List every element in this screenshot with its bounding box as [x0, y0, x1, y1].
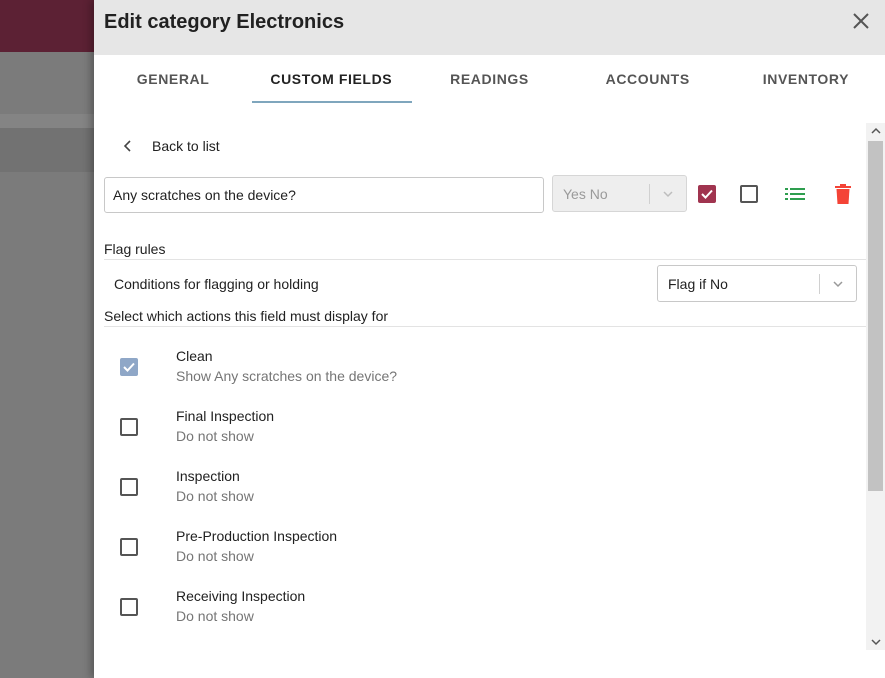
- flag-rules-heading: Flag rules: [104, 241, 166, 257]
- scroll-down-button[interactable]: [866, 634, 885, 650]
- background-row: [0, 128, 100, 172]
- custom-field-editor: Back to list Yes No Flag rules Condition…: [94, 123, 885, 650]
- list-item: Clean Show Any scratches on the device?: [94, 348, 866, 408]
- vertical-scrollbar[interactable]: [866, 123, 885, 650]
- tab-inventory[interactable]: INVENTORY: [727, 55, 885, 103]
- dialog-title: Edit category Electronics: [104, 11, 345, 33]
- action-title: Inspection: [176, 468, 240, 484]
- action-title: Final Inspection: [176, 408, 275, 424]
- action-title: Clean: [176, 348, 213, 364]
- chevron-down-icon: [650, 187, 686, 201]
- field-type-value: Yes No: [563, 185, 608, 202]
- actions-heading: Select which actions this field must dis…: [104, 308, 389, 324]
- action-checkbox-receiving-inspection[interactable]: [120, 598, 138, 616]
- list-options-button[interactable]: [783, 182, 807, 206]
- action-subtitle: Show Any scratches on the device?: [176, 368, 398, 384]
- delete-field-button[interactable]: [831, 182, 855, 206]
- divider: [104, 326, 866, 327]
- checkbox-empty-icon: [740, 185, 758, 203]
- tab-readings[interactable]: READINGS: [410, 55, 568, 103]
- conditions-label: Conditions for flagging or holding: [114, 276, 319, 292]
- list-item: Receiving Inspection Do not show: [94, 588, 866, 648]
- option-checkbox[interactable]: [737, 182, 761, 206]
- scrollbar-thumb[interactable]: [868, 141, 883, 491]
- action-subtitle: Do not show: [176, 608, 254, 624]
- background-row: [0, 114, 100, 128]
- action-subtitle: Do not show: [176, 488, 254, 504]
- chevron-down-icon: [820, 277, 856, 291]
- required-checkbox[interactable]: [695, 182, 719, 206]
- edit-category-dialog: Edit category Electronics GENERAL CUSTOM…: [94, 0, 885, 678]
- checkbox-empty-icon: [120, 538, 138, 556]
- checkbox-checked-icon: [698, 185, 716, 203]
- back-to-list-label: Back to list: [152, 138, 220, 154]
- checkbox-empty-icon: [120, 598, 138, 616]
- tab-general[interactable]: GENERAL: [94, 55, 252, 103]
- close-icon: [853, 13, 869, 29]
- flag-condition-value: Flag if No: [668, 275, 728, 292]
- action-checkbox-clean[interactable]: [120, 358, 138, 376]
- tab-accounts[interactable]: ACCOUNTS: [569, 55, 727, 103]
- action-title: Receiving Inspection: [176, 588, 306, 604]
- action-checkbox-pre-production-inspection[interactable]: [120, 538, 138, 556]
- close-button[interactable]: [849, 9, 873, 33]
- list-item: Pre-Production Inspection Do not show: [94, 528, 866, 588]
- scroll-up-button[interactable]: [866, 123, 885, 139]
- action-subtitle: Do not show: [176, 428, 254, 444]
- action-subtitle: Do not show: [176, 548, 254, 564]
- list-icon: [785, 188, 805, 200]
- chevron-down-icon: [870, 639, 881, 646]
- action-title: Pre-Production Inspection: [176, 528, 338, 544]
- dialog-header: Edit category Electronics: [94, 0, 885, 55]
- tab-bar: GENERAL CUSTOM FIELDS READINGS ACCOUNTS …: [94, 55, 885, 103]
- flag-condition-select[interactable]: Flag if No: [657, 265, 857, 302]
- action-checkbox-inspection[interactable]: [120, 478, 138, 496]
- back-to-list-link[interactable]: Back to list: [120, 136, 220, 156]
- divider: [104, 259, 866, 260]
- field-type-select[interactable]: Yes No: [552, 175, 687, 212]
- checkbox-empty-icon: [120, 478, 138, 496]
- chevron-up-icon: [870, 127, 881, 134]
- list-item: Inspection Do not show: [94, 468, 866, 528]
- trash-icon: [835, 184, 851, 204]
- chevron-left-icon: [123, 140, 131, 152]
- tab-custom-fields[interactable]: CUSTOM FIELDS: [252, 55, 413, 103]
- checkbox-empty-icon: [120, 418, 138, 436]
- action-checkbox-final-inspection[interactable]: [120, 418, 138, 436]
- field-question-input[interactable]: [104, 177, 544, 213]
- background-app-topbar: [0, 0, 100, 52]
- list-item: Final Inspection Do not show: [94, 408, 866, 468]
- checkbox-checked-icon: [120, 358, 138, 376]
